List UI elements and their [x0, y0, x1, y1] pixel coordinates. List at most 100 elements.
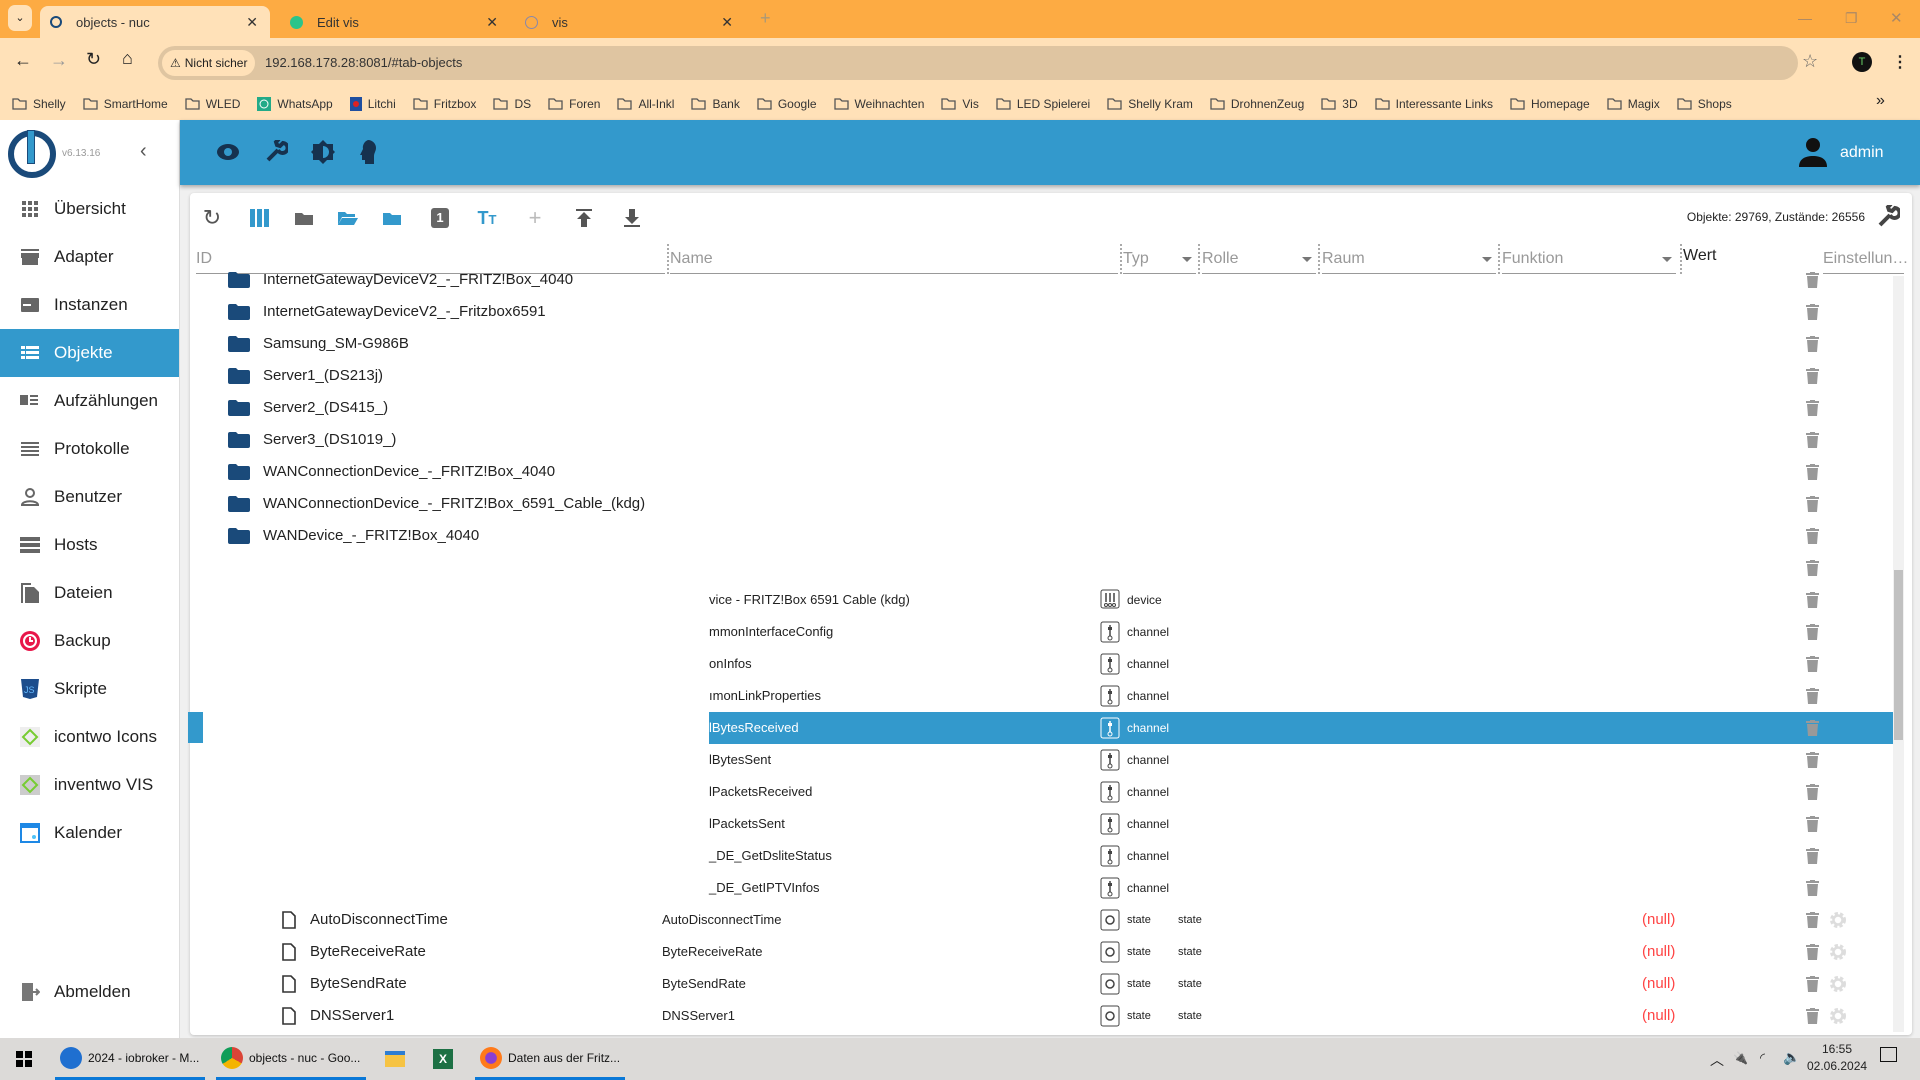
folder-icon[interactable] — [228, 400, 250, 421]
restore-button[interactable]: ❐ — [1845, 10, 1858, 27]
bookmark-shelly-kram[interactable]: Shelly Kram — [1107, 97, 1193, 111]
bookmark-interessante-links[interactable]: Interessante Links — [1374, 97, 1493, 111]
table-row[interactable]: Server3_(DS1019_) — [196, 424, 1893, 456]
expand-folders-button[interactable] — [335, 205, 361, 231]
tray-chevron-icon[interactable]: ︿ — [1710, 1050, 1724, 1070]
sidebar-item-backup[interactable]: Backup — [0, 617, 179, 665]
tab-search-button[interactable]: ⌄ — [8, 5, 32, 31]
delete-icon[interactable] — [1806, 272, 1819, 293]
bookmark-homepage[interactable]: Homepage — [1510, 97, 1590, 111]
delete-icon[interactable] — [1806, 624, 1819, 645]
bookmark-ds[interactable]: DS — [493, 97, 531, 111]
forward-icon[interactable]: → — [50, 50, 68, 71]
table-row[interactable]: Samsung_SM-G986B — [196, 328, 1893, 360]
bookmark-google[interactable]: Google — [757, 97, 817, 111]
sidebar-item-instanzen[interactable]: Instanzen — [0, 281, 179, 329]
sidebar-item-inventwo-vis[interactable]: inventwo VIS — [0, 761, 179, 809]
table-row[interactable]: InternetGatewayDeviceV2_-_Fritzbox6591 — [196, 296, 1893, 328]
bookmark-weihnachten[interactable]: Weihnachten — [833, 97, 924, 111]
table-row[interactable]: onInfos channel — [196, 648, 1893, 680]
table-row[interactable]: vice - FRITZ!Box 6591 Cable (kdg) device — [196, 584, 1893, 616]
bookmark-foren[interactable]: Foren — [548, 97, 600, 111]
bookmark-magix[interactable]: Magix — [1607, 97, 1660, 111]
object-value[interactable]: (null) — [1642, 1000, 1675, 1032]
close-window-button[interactable]: ✕ — [1890, 9, 1903, 27]
table-row[interactable]: Server2_(DS415_) — [196, 392, 1893, 424]
scrollbar-thumb[interactable] — [1894, 570, 1903, 740]
clock-date[interactable]: 02.06.2024 — [1807, 1059, 1867, 1073]
folder-icon[interactable] — [228, 496, 250, 517]
expand-level-button[interactable] — [379, 205, 405, 231]
clock-time[interactable]: 16:55 — [1822, 1042, 1852, 1056]
text-size-button[interactable]: TT — [474, 205, 500, 231]
table-row[interactable]: lPacketsSent channel — [196, 808, 1893, 840]
eye-icon[interactable] — [216, 142, 240, 162]
bookmark-wled[interactable]: WLED — [185, 97, 240, 111]
tab-objects[interactable]: objects - nuc ✕ — [40, 6, 270, 38]
delete-icon[interactable] — [1806, 496, 1819, 517]
table-row[interactable]: ByteReceiveRate ByteReceiveRate state state… — [196, 936, 1893, 968]
windows-start-icon[interactable] — [16, 1051, 32, 1067]
delete-icon[interactable] — [1806, 720, 1819, 741]
security-chip[interactable]: ⚠ Nicht sicher — [162, 50, 256, 76]
sidebar-item-objekte[interactable]: Objekte — [0, 329, 179, 377]
table-row[interactable]: mmonInterfaceConfig channel — [196, 616, 1893, 648]
table-row[interactable]: InternetGatewayDeviceV2_-_FRITZ!Box_4040 — [196, 264, 1893, 296]
bookmark-litchi[interactable]: Litchi — [349, 97, 396, 111]
username[interactable]: admin — [1840, 144, 1884, 162]
delete-icon[interactable] — [1806, 368, 1819, 389]
delete-icon[interactable] — [1806, 688, 1819, 709]
folder-icon[interactable] — [228, 528, 250, 549]
table-row[interactable]: AutoDisconnectTime AutoDisconnectTime stat… — [196, 904, 1893, 936]
close-tab-icon[interactable]: ✕ — [246, 14, 258, 31]
delete-icon[interactable] — [1806, 432, 1819, 453]
table-row[interactable] — [196, 552, 1893, 584]
wifi-icon[interactable]: ◜ — [1760, 1050, 1765, 1066]
table-row[interactable]: _DE_GetDsliteStatus channel — [196, 840, 1893, 872]
bookmark-vis[interactable]: Vis — [941, 97, 979, 111]
table-row[interactable]: lBytesReceived channel — [196, 712, 1893, 744]
delete-icon[interactable] — [1806, 560, 1819, 581]
delete-icon[interactable] — [1806, 400, 1819, 421]
table-row[interactable]: Server1_(DS213j) — [196, 360, 1893, 392]
sidebar-item-logout[interactable]: Abmelden — [0, 968, 179, 1016]
bookmark-bank[interactable]: Bank — [691, 97, 740, 111]
taskbar-chrome[interactable]: objects - nuc - Goo... — [216, 1038, 366, 1080]
refresh-button[interactable]: ↻ — [199, 205, 225, 231]
delete-icon[interactable] — [1806, 528, 1819, 549]
sidebar-item-kalender[interactable]: Kalender — [0, 809, 179, 857]
sidebar-item-icontwo-icons[interactable]: icontwo Icons — [0, 713, 179, 761]
table-row[interactable]: ımonLinkProperties channel — [196, 680, 1893, 712]
bookmark-fritzbox[interactable]: Fritzbox — [413, 97, 476, 111]
bookmark-all-inkl[interactable]: All-Inkl — [617, 97, 674, 111]
delete-icon[interactable] — [1806, 816, 1819, 837]
folder-icon[interactable] — [228, 272, 250, 293]
level-button[interactable]: 1 — [427, 205, 453, 231]
folder-icon[interactable] — [228, 368, 250, 389]
delete-icon[interactable] — [1806, 784, 1819, 805]
folder-icon[interactable] — [228, 304, 250, 325]
table-row[interactable]: lBytesSent channel — [196, 744, 1893, 776]
user-avatar-icon[interactable] — [1797, 136, 1829, 168]
more-bookmarks-icon[interactable]: » — [1876, 92, 1885, 110]
folder-icon[interactable] — [228, 432, 250, 453]
delete-icon[interactable] — [1806, 656, 1819, 677]
table-row[interactable]: WANConnectionDevice_-_FRITZ!Box_4040 — [196, 456, 1893, 488]
table-row[interactable]: ByteSendRate ByteSendRate state state (null) — [196, 968, 1893, 1000]
taskbar-excel[interactable]: X — [433, 1038, 463, 1080]
minimize-button[interactable]: — — [1798, 10, 1812, 26]
home-icon[interactable]: ⌂ — [122, 48, 133, 69]
delete-icon[interactable] — [1806, 336, 1819, 357]
collapse-folders-button[interactable] — [291, 205, 317, 231]
reload-icon[interactable]: ↻ — [86, 49, 101, 70]
delete-icon[interactable] — [1806, 880, 1819, 901]
sidebar-item-benutzer[interactable]: Benutzer — [0, 473, 179, 521]
bookmark-shops[interactable]: Shops — [1677, 97, 1732, 111]
object-value[interactable]: (null) — [1642, 968, 1675, 1000]
settings-gear-icon[interactable] — [1829, 943, 1847, 966]
back-icon[interactable]: ← — [14, 50, 32, 71]
object-value[interactable]: (null) — [1642, 936, 1675, 968]
profile-avatar[interactable]: T — [1852, 52, 1872, 72]
delete-icon[interactable] — [1806, 912, 1819, 933]
download-button[interactable] — [619, 205, 645, 231]
